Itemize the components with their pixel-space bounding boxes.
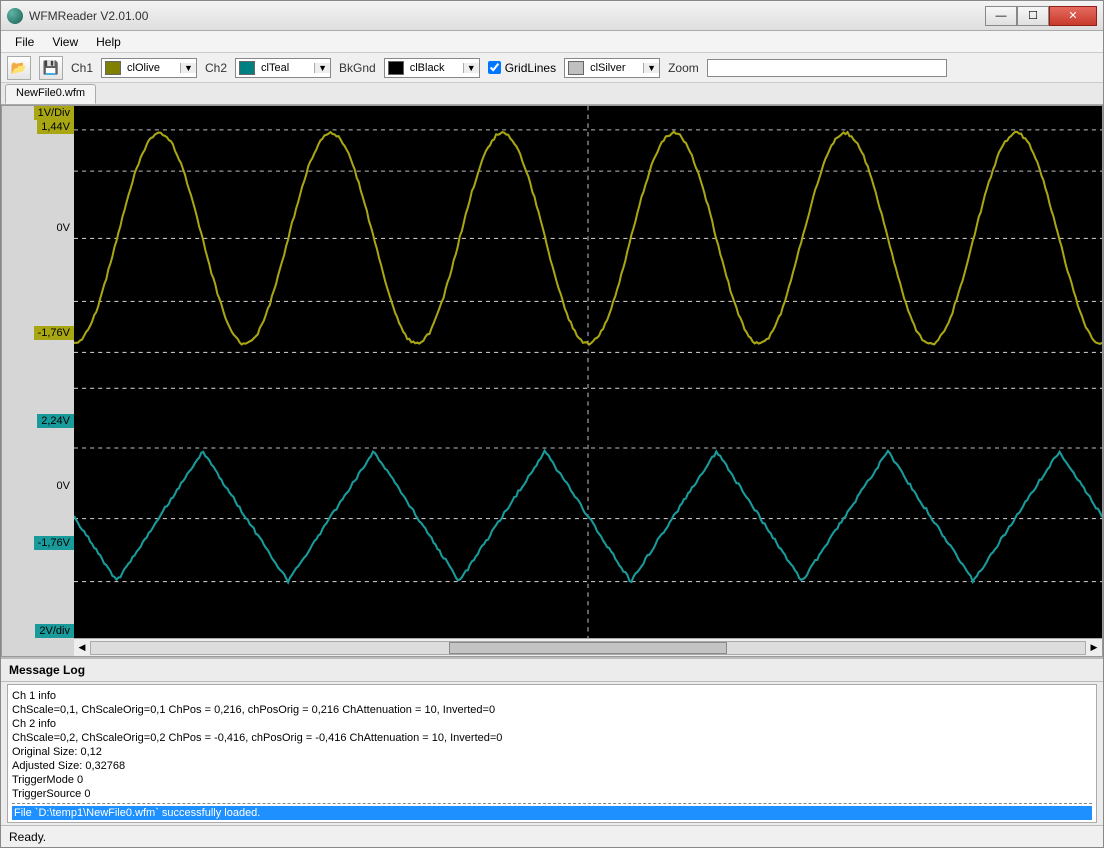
scroll-left-icon[interactable]: ◀ (74, 642, 90, 653)
window-title: WFMReader V2.01.00 (29, 9, 148, 23)
log-line: ChScale=0,1, ChScaleOrig=0,1 ChPos = 0,2… (12, 703, 1092, 717)
window-controls: — ☐ ✕ (985, 6, 1097, 26)
message-log-body[interactable]: Active channel 2Ch 1 infoChScale=0,1, Ch… (7, 684, 1097, 823)
ch1-swatch (105, 61, 121, 75)
maximize-button[interactable]: ☐ (1017, 6, 1049, 26)
app-icon (7, 8, 23, 24)
menu-view[interactable]: View (44, 33, 86, 51)
menu-file[interactable]: File (7, 33, 42, 51)
open-button[interactable]: 📂 (7, 56, 31, 80)
ch1-zero-label: 0V (53, 221, 74, 235)
ch1-label: Ch1 (71, 61, 93, 75)
ch2-label: Ch2 (205, 61, 227, 75)
log-line: Original Size: 0,12 (12, 745, 1092, 759)
horizontal-scrollbar[interactable]: ◀ ▶ (74, 638, 1102, 656)
log-line: TriggerMode 0 (12, 773, 1092, 787)
waveform-canvas[interactable] (74, 106, 1102, 638)
scroll-track[interactable] (90, 641, 1086, 655)
message-log-header: Message Log (1, 659, 1103, 682)
bkgnd-color-combo[interactable]: clBlack ▼ (384, 58, 480, 78)
ch1-value: clOlive (124, 62, 180, 74)
log-line: Ch 2 info (12, 717, 1092, 731)
title-bar: WFMReader V2.01.00 — ☐ ✕ (1, 1, 1103, 31)
status-text: Ready. (9, 830, 46, 844)
file-tab[interactable]: NewFile0.wfm (5, 84, 96, 104)
log-line-highlight[interactable]: File `D:\temp1\NewFile0.wfm` successfull… (12, 806, 1092, 820)
save-button[interactable]: 💾 (39, 56, 63, 80)
ch2-value: clTeal (258, 62, 314, 74)
tab-row: NewFile0.wfm (1, 83, 1103, 105)
chevron-down-icon[interactable]: ▼ (643, 63, 659, 73)
status-bar: Ready. (1, 825, 1103, 847)
zoom-label: Zoom (668, 61, 699, 75)
ch1-color-combo[interactable]: clOlive ▼ (101, 58, 197, 78)
log-line: Adjusted Size: 0,32768 (12, 759, 1092, 773)
grid-color-combo[interactable]: clSilver ▼ (564, 58, 660, 78)
ch1-scale-label: 1V/Div (34, 106, 74, 120)
toolbar: 📂 💾 Ch1 clOlive ▼ Ch2 clTeal ▼ BkGnd clB… (1, 53, 1103, 83)
ch2-zero-label: 0V (53, 479, 74, 493)
ch2-scale-label: 2V/div (35, 624, 74, 638)
minimize-button[interactable]: — (985, 6, 1017, 26)
y-axis: 1V/Div 1,44V 0V -1,76V 2,24V 0V -1,76V 2… (2, 106, 74, 638)
bkgnd-value: clBlack (407, 62, 463, 74)
ch2-max-label: 2,24V (37, 414, 74, 428)
log-line: TriggerSource 0 (12, 787, 1092, 801)
grid-color-value: clSilver (587, 62, 643, 74)
chevron-down-icon[interactable]: ▼ (314, 63, 330, 73)
grid-swatch (568, 61, 584, 75)
scroll-right-icon[interactable]: ▶ (1086, 642, 1102, 653)
ch2-color-combo[interactable]: clTeal ▼ (235, 58, 331, 78)
bkgnd-swatch (388, 61, 404, 75)
ch2-swatch (239, 61, 255, 75)
message-log-panel: Message Log Active channel 2Ch 1 infoChS… (1, 657, 1103, 825)
ch1-min-label: -1,76V (34, 326, 74, 340)
bkgnd-label: BkGnd (339, 61, 376, 75)
ch2-min-label: -1,76V (34, 536, 74, 550)
log-line: Ch 1 info (12, 689, 1092, 703)
close-button[interactable]: ✕ (1049, 6, 1097, 26)
gridlines-input[interactable] (488, 61, 501, 74)
chevron-down-icon[interactable]: ▼ (463, 63, 479, 73)
gridlines-label: GridLines (505, 61, 556, 75)
gridlines-checkbox[interactable]: GridLines (488, 61, 556, 75)
zoom-slider[interactable] (707, 59, 947, 77)
menu-help[interactable]: Help (88, 33, 129, 51)
menu-bar: File View Help (1, 31, 1103, 53)
chevron-down-icon[interactable]: ▼ (180, 63, 196, 73)
log-line: ChScale=0,2, ChScaleOrig=0,2 ChPos = -0,… (12, 731, 1092, 745)
scroll-thumb[interactable] (449, 642, 727, 654)
ch1-max-label: 1,44V (37, 120, 74, 134)
plot-area: 1V/Div 1,44V 0V -1,76V 2,24V 0V -1,76V 2… (1, 105, 1103, 657)
